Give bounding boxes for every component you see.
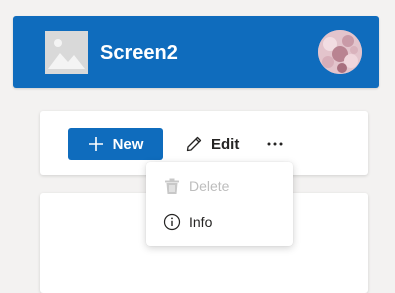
menu-item-delete: Delete bbox=[146, 168, 293, 204]
menu-item-info[interactable]: Info bbox=[146, 204, 293, 240]
menu-item-info-label: Info bbox=[189, 214, 213, 230]
more-options-menu: Delete Info bbox=[146, 162, 293, 246]
menu-item-delete-label: Delete bbox=[189, 178, 230, 194]
info-icon bbox=[163, 213, 181, 231]
page-title: Screen2 bbox=[100, 42, 178, 64]
app-header: Screen2 bbox=[13, 16, 379, 88]
more-options-button[interactable] bbox=[263, 128, 287, 160]
pencil-icon bbox=[186, 136, 202, 152]
edit-button-label: Edit bbox=[211, 135, 240, 153]
avatar[interactable] bbox=[318, 30, 362, 74]
more-horizontal-icon bbox=[267, 142, 283, 146]
edit-button[interactable]: Edit bbox=[185, 128, 239, 160]
trash-icon bbox=[165, 178, 179, 194]
new-button-label: New bbox=[112, 135, 144, 153]
image-placeholder-icon bbox=[45, 31, 88, 74]
new-button[interactable]: New bbox=[68, 128, 163, 160]
plus-icon bbox=[88, 137, 103, 151]
